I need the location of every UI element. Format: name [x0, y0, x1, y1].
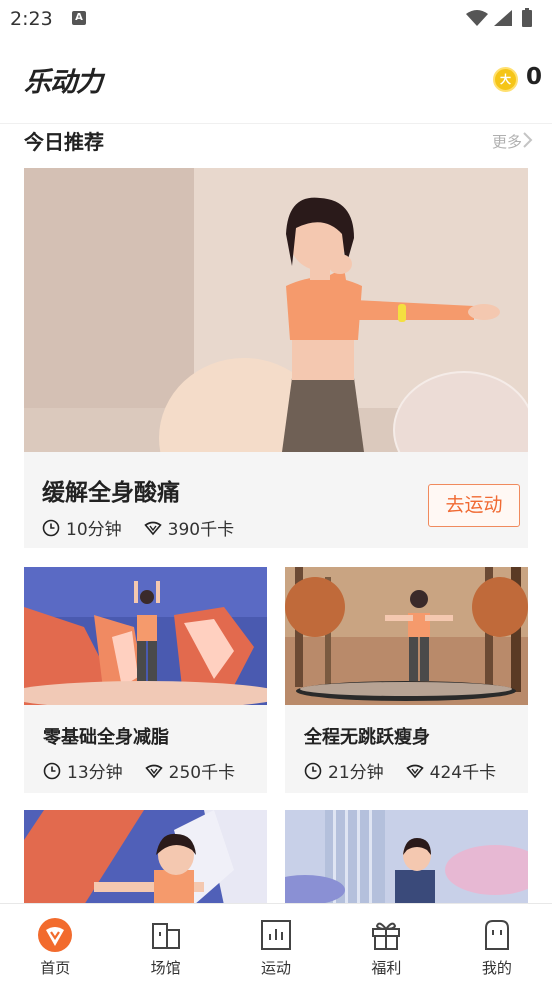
workout-duration: 13分钟 [67, 763, 123, 783]
workout-duration: 21分钟 [328, 763, 384, 783]
workout-name: 全程无跳跃瘦身 [304, 727, 430, 748]
calorie-icon [405, 764, 424, 778]
workout-image [24, 567, 267, 705]
status-icons [466, 8, 532, 27]
more-link[interactable]: 更多 [492, 131, 522, 152]
home-logo-icon [38, 918, 73, 952]
workout-calories: 424千卡 [429, 763, 497, 783]
wifi-icon [466, 10, 488, 26]
featured-duration: 10分钟 [66, 520, 122, 540]
nav-item-exercise[interactable]: 运动 [221, 904, 331, 983]
workout-card-partial[interactable] [285, 810, 528, 905]
workout-meta: 21分钟 424千卡 [304, 758, 496, 783]
battery-icon [522, 10, 532, 27]
profile-icon [484, 920, 509, 950]
workout-card[interactable]: 零基础全身减脂 13分钟 250千卡 [24, 567, 267, 793]
nav-label-profile: 我的 [481, 959, 512, 977]
calorie-icon [144, 764, 163, 778]
clock-icon [304, 762, 322, 779]
featured-calories: 390千卡 [167, 520, 235, 540]
workout-meta: 13分钟 250千卡 [43, 758, 235, 783]
status-bar: 2:23 A [0, 0, 552, 36]
nav-label-exercise: 运动 [261, 959, 292, 977]
clock-icon [42, 519, 60, 536]
nav-item-profile[interactable]: 我的 [442, 904, 552, 983]
featured-workout-card[interactable]: 缓解全身酸痛 10分钟 390千卡 去运动 [24, 168, 528, 548]
status-time: 2:23 [10, 8, 53, 30]
nav-label-home: 首页 [40, 959, 71, 977]
nav-item-welfare[interactable]: 福利 [331, 904, 441, 983]
notification-a-icon: A [72, 11, 86, 25]
featured-workout-name: 缓解全身酸痛 [42, 480, 180, 506]
featured-workout-image [24, 168, 528, 452]
calorie-icon [143, 521, 162, 535]
coin-count[interactable]: 0 [526, 64, 542, 90]
app-screen: 2:23 A 乐动力 大 0 今日推荐 更多 缓解全身酸痛 10分钟 390千卡… [0, 0, 552, 983]
workout-image [24, 810, 267, 905]
workout-name: 零基础全身减脂 [43, 727, 169, 748]
nav-label-venue: 场馆 [150, 959, 181, 977]
venue-icon [151, 923, 180, 949]
signal-icon [494, 10, 512, 26]
chart-icon [261, 920, 292, 950]
app-header: 乐动力 大 0 [0, 36, 552, 124]
nav-item-venue[interactable]: 场馆 [110, 904, 220, 983]
section-title: 今日推荐 [24, 130, 104, 154]
start-workout-button[interactable]: 去运动 [428, 484, 520, 527]
nav-item-home[interactable]: 首页 [0, 904, 110, 983]
app-title-logo: 乐动力 [24, 67, 103, 98]
chevron-right-icon[interactable] [521, 131, 535, 149]
workout-image [285, 810, 528, 905]
workout-calories: 250千卡 [168, 763, 236, 783]
bottom-navigation: 首页 场馆 运动 福利 我的 [0, 903, 552, 983]
coin-icon[interactable]: 大 [493, 67, 518, 92]
workout-image [285, 567, 528, 705]
clock-icon [43, 762, 61, 779]
featured-workout-meta: 10分钟 390千卡 [42, 515, 234, 540]
workout-card[interactable]: 全程无跳跃瘦身 21分钟 424千卡 [285, 567, 528, 793]
workout-card-partial[interactable] [24, 810, 267, 905]
gift-icon [372, 922, 401, 950]
nav-label-welfare: 福利 [371, 959, 402, 977]
